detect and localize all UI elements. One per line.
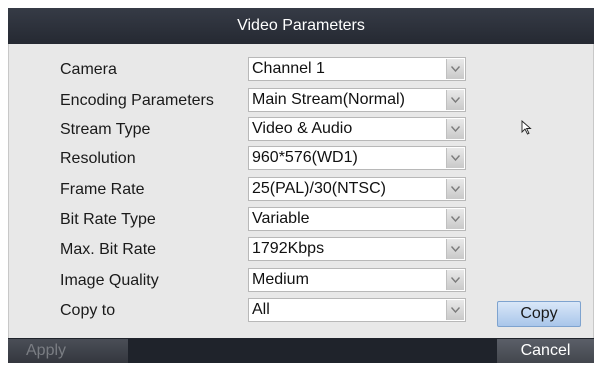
camera-label: Camera (60, 61, 117, 78)
chevron-down-icon[interactable] (446, 148, 464, 168)
resolution-label: Resolution (60, 150, 136, 167)
copy-to-select[interactable]: All (248, 298, 466, 322)
chevron-down-icon[interactable] (446, 300, 464, 320)
apply-button[interactable]: Apply (8, 339, 128, 363)
bit-rate-type-row: Bit Rate Type Variable (0, 207, 603, 233)
chevron-down-icon[interactable] (446, 90, 464, 110)
encoding-parameters-select[interactable]: Main Stream(Normal) (248, 88, 466, 112)
image-quality-select[interactable]: Medium (248, 268, 466, 292)
camera-value: Channel 1 (252, 60, 325, 77)
frame-rate-select[interactable]: 25(PAL)/30(NTSC) (248, 177, 466, 201)
copy-to-label: Copy to (60, 302, 116, 319)
encoding-parameters-value: Main Stream(Normal) (252, 91, 405, 108)
image-quality-value: Medium (252, 271, 309, 288)
max-bit-rate-select[interactable]: 1792Kbps (248, 237, 466, 261)
bit-rate-type-value: Variable (252, 210, 310, 227)
resolution-select[interactable]: 960*576(WD1) (248, 146, 466, 170)
image-quality-row: Image Quality Medium (0, 268, 603, 294)
camera-select[interactable]: Channel 1 (248, 57, 466, 81)
bit-rate-type-label: Bit Rate Type (60, 211, 156, 228)
resolution-row: Resolution 960*576(WD1) (0, 146, 603, 172)
dialog-title: Video Parameters (8, 8, 594, 44)
bit-rate-type-select[interactable]: Variable (248, 207, 466, 231)
cancel-button[interactable]: Cancel (497, 339, 594, 363)
max-bit-rate-label: Max. Bit Rate (60, 241, 157, 258)
image-quality-label: Image Quality (60, 272, 159, 289)
mouse-pointer-icon (521, 120, 532, 135)
max-bit-rate-row: Max. Bit Rate 1792Kbps (0, 237, 603, 263)
chevron-down-icon[interactable] (446, 270, 464, 290)
stream-type-row: Stream Type Video & Audio (0, 117, 603, 143)
camera-row: Camera Channel 1 (0, 57, 603, 83)
encoding-parameters-row: Encoding Parameters Main Stream(Normal) (0, 88, 603, 114)
stream-type-value: Video & Audio (252, 120, 353, 137)
chevron-down-icon[interactable] (446, 179, 464, 199)
frame-rate-value: 25(PAL)/30(NTSC) (252, 180, 386, 197)
copy-to-value: All (252, 301, 270, 318)
copy-button[interactable]: Copy (497, 301, 581, 327)
chevron-down-icon[interactable] (446, 209, 464, 229)
frame-rate-label: Frame Rate (60, 181, 145, 198)
resolution-value: 960*576(WD1) (252, 149, 358, 166)
max-bit-rate-value: 1792Kbps (252, 240, 325, 257)
frame-rate-row: Frame Rate 25(PAL)/30(NTSC) (0, 177, 603, 203)
chevron-down-icon[interactable] (446, 119, 464, 139)
chevron-down-icon[interactable] (446, 239, 464, 259)
stream-type-label: Stream Type (60, 121, 151, 138)
encoding-parameters-label: Encoding Parameters (60, 92, 214, 109)
stream-type-select[interactable]: Video & Audio (248, 117, 466, 141)
chevron-down-icon[interactable] (446, 59, 464, 79)
